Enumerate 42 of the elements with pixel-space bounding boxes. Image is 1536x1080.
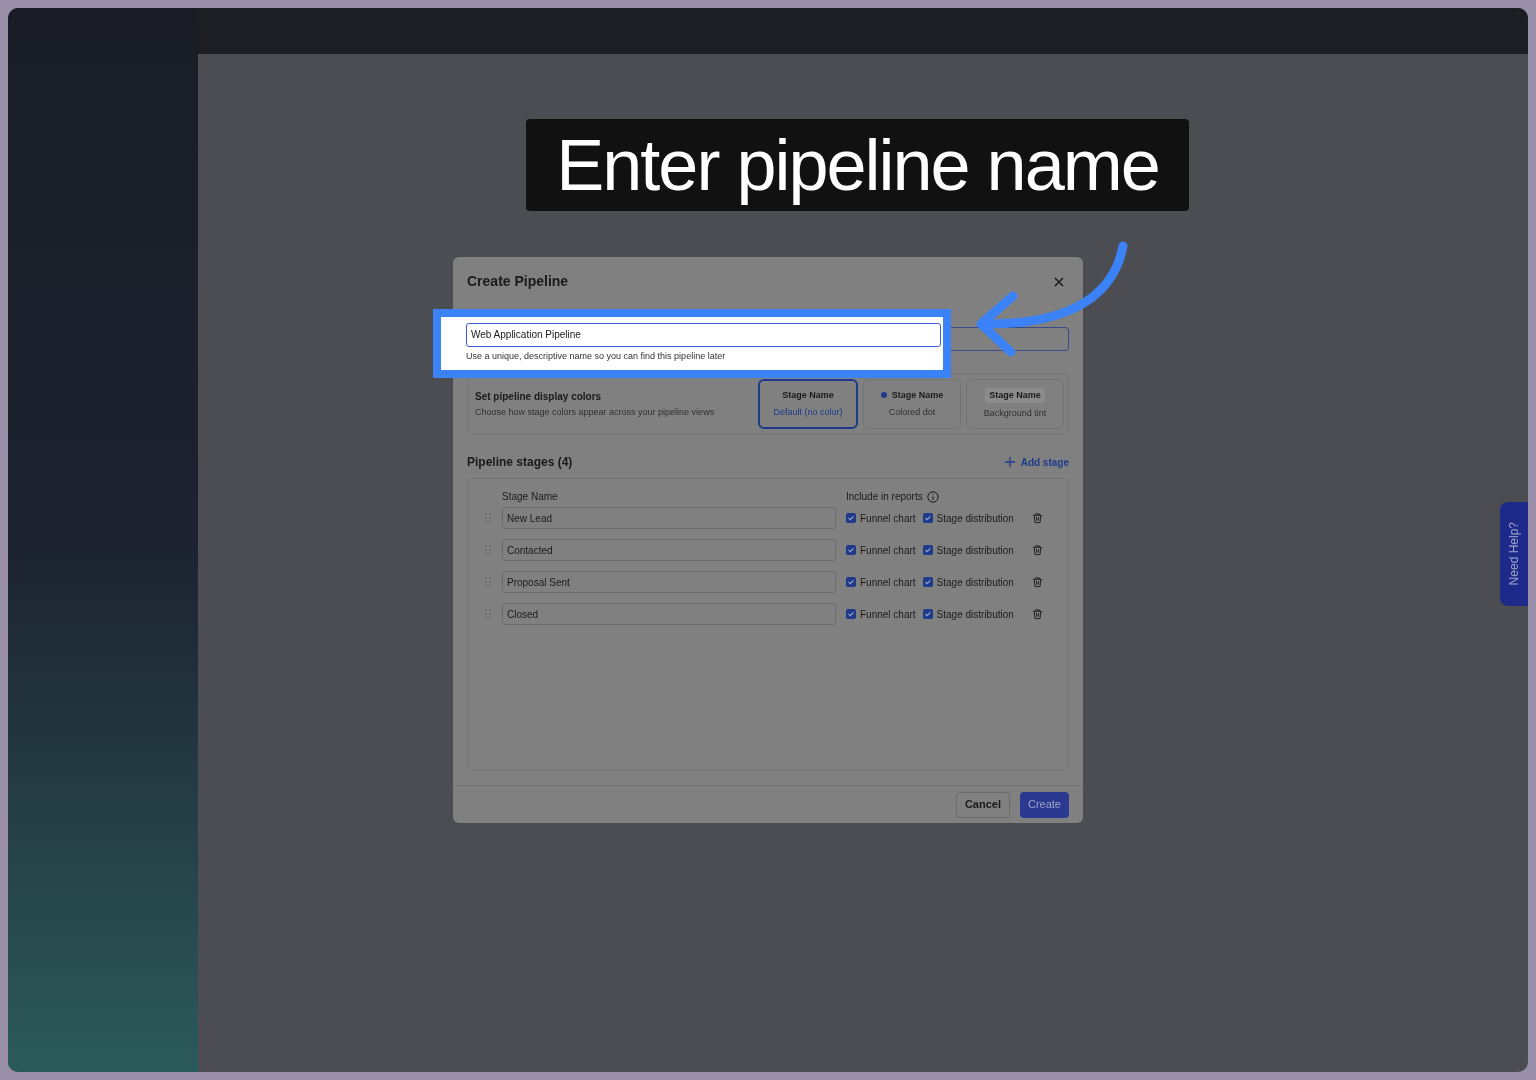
report-checkbox[interactable]: Stage distribution — [922, 510, 1014, 526]
report-checkbox[interactable]: Funnel chart — [846, 606, 916, 622]
stage-name-field[interactable]: New Lead — [502, 507, 836, 529]
stage-name-field[interactable]: Contacted — [502, 539, 836, 561]
column-header: Include in reports — [846, 490, 923, 504]
create-button[interactable]: Create — [1019, 791, 1069, 818]
trash-icon[interactable] — [1031, 512, 1043, 524]
report-checkbox[interactable]: Stage distribution — [922, 606, 1014, 622]
info-icon — [926, 490, 939, 503]
trash-icon[interactable] — [1031, 576, 1043, 588]
help-tab[interactable]: Need Help? — [1500, 502, 1528, 606]
section-subtitle: Choose how stage colors appear across your pipeline views — [475, 405, 716, 419]
checkmark-icon — [923, 610, 932, 618]
report-checkbox[interactable]: Funnel chart — [846, 510, 916, 526]
add-stage-button[interactable]: Add stage — [1004, 454, 1069, 470]
callout-banner: Enter pipeline name — [526, 119, 1189, 211]
checkmark-icon — [923, 578, 932, 586]
report-checkbox[interactable]: Stage distribution — [922, 574, 1014, 590]
report-checkbox[interactable]: Funnel chart — [846, 574, 916, 590]
field-hint: Use a unique, descriptive name so you can find this pipeline later — [466, 349, 727, 363]
dialog-title: Create Pipeline — [467, 272, 569, 291]
checkmark-icon — [847, 578, 855, 586]
checkmark-icon — [847, 546, 855, 554]
stage-name-field[interactable]: Proposal Sent — [502, 571, 836, 593]
checkmark-icon — [847, 514, 855, 522]
section-title: Set pipeline display colors — [475, 389, 603, 404]
checkmark-icon — [923, 546, 932, 554]
color-style-option[interactable]: Stage Name Background tint — [966, 379, 1064, 429]
cancel-button[interactable]: Cancel — [955, 791, 1010, 818]
close-icon[interactable] — [1053, 275, 1065, 288]
stage-name-field[interactable]: Closed — [502, 603, 836, 625]
plus-icon — [1004, 457, 1015, 467]
report-checkbox[interactable]: Stage distribution — [922, 542, 1014, 558]
checkmark-icon — [923, 514, 932, 522]
trash-icon[interactable] — [1031, 608, 1043, 620]
pipeline-name-field[interactable]: Web Application Pipeline — [466, 322, 941, 347]
color-style-option[interactable]: Stage Name Colored dot — [863, 379, 961, 429]
report-checkbox[interactable]: Funnel chart — [846, 542, 916, 558]
trash-icon[interactable] — [1031, 544, 1043, 556]
checkmark-icon — [847, 610, 855, 618]
section-title: Pipeline stages (4) — [467, 454, 573, 471]
column-header: Stage Name — [502, 490, 559, 504]
